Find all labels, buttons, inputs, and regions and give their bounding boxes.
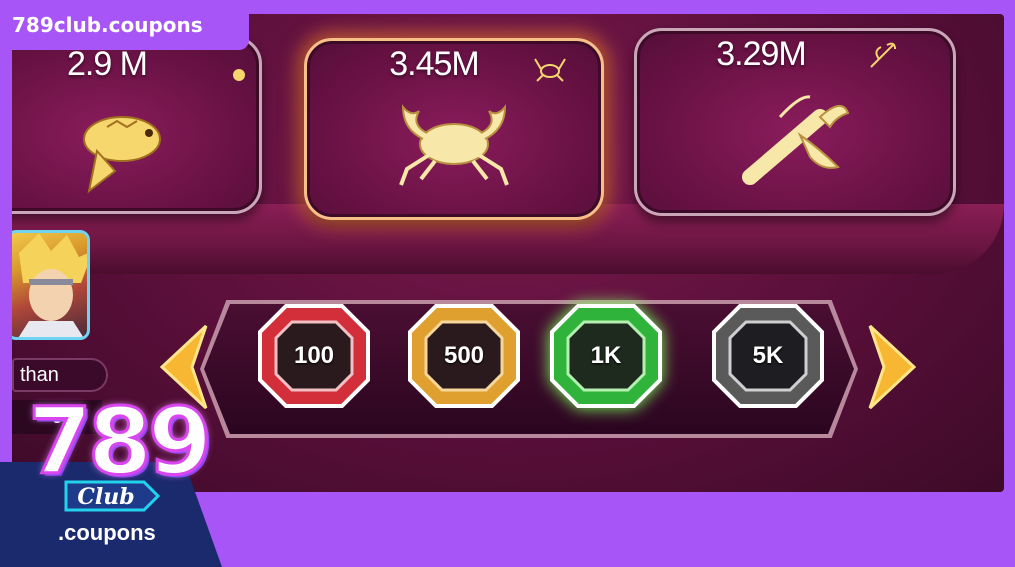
logo-club-text: Club (77, 484, 134, 510)
bet-card-fish[interactable]: 2.9 M (12, 36, 262, 214)
avatar-portrait (18, 233, 87, 337)
bet-card-crab[interactable]: 3.45M (304, 38, 604, 220)
fish-icon (83, 116, 162, 194)
bet-amount-fish: 2.9 M (66, 45, 148, 83)
bet-card-lobster[interactable]: 3.29M (634, 28, 956, 216)
site-banner: 789club.coupons (0, 0, 249, 50)
chip-100-label: 100 (293, 342, 335, 369)
crab-small-icon (534, 58, 566, 82)
lobster-icon (742, 95, 850, 185)
chip-5k[interactable]: 5K (712, 304, 824, 408)
lobster-small-icon (870, 42, 896, 68)
chip-1k-label: 1K (590, 342, 622, 369)
logo-domain: .coupons (58, 520, 156, 545)
chevron-right-icon[interactable] (864, 322, 924, 412)
player-name: than (12, 358, 108, 392)
crab-icon (399, 104, 509, 186)
chip-1k[interactable]: 1K (550, 304, 662, 408)
fish-small-icon (233, 69, 245, 81)
chip-500[interactable]: 500 (408, 304, 520, 408)
chip-100[interactable]: 100 (258, 304, 370, 408)
chip-5k-label: 5K (752, 342, 784, 369)
logo-club-badge: Club (64, 480, 161, 512)
avatar[interactable] (12, 230, 90, 340)
chip-500-label: 500 (443, 342, 485, 369)
